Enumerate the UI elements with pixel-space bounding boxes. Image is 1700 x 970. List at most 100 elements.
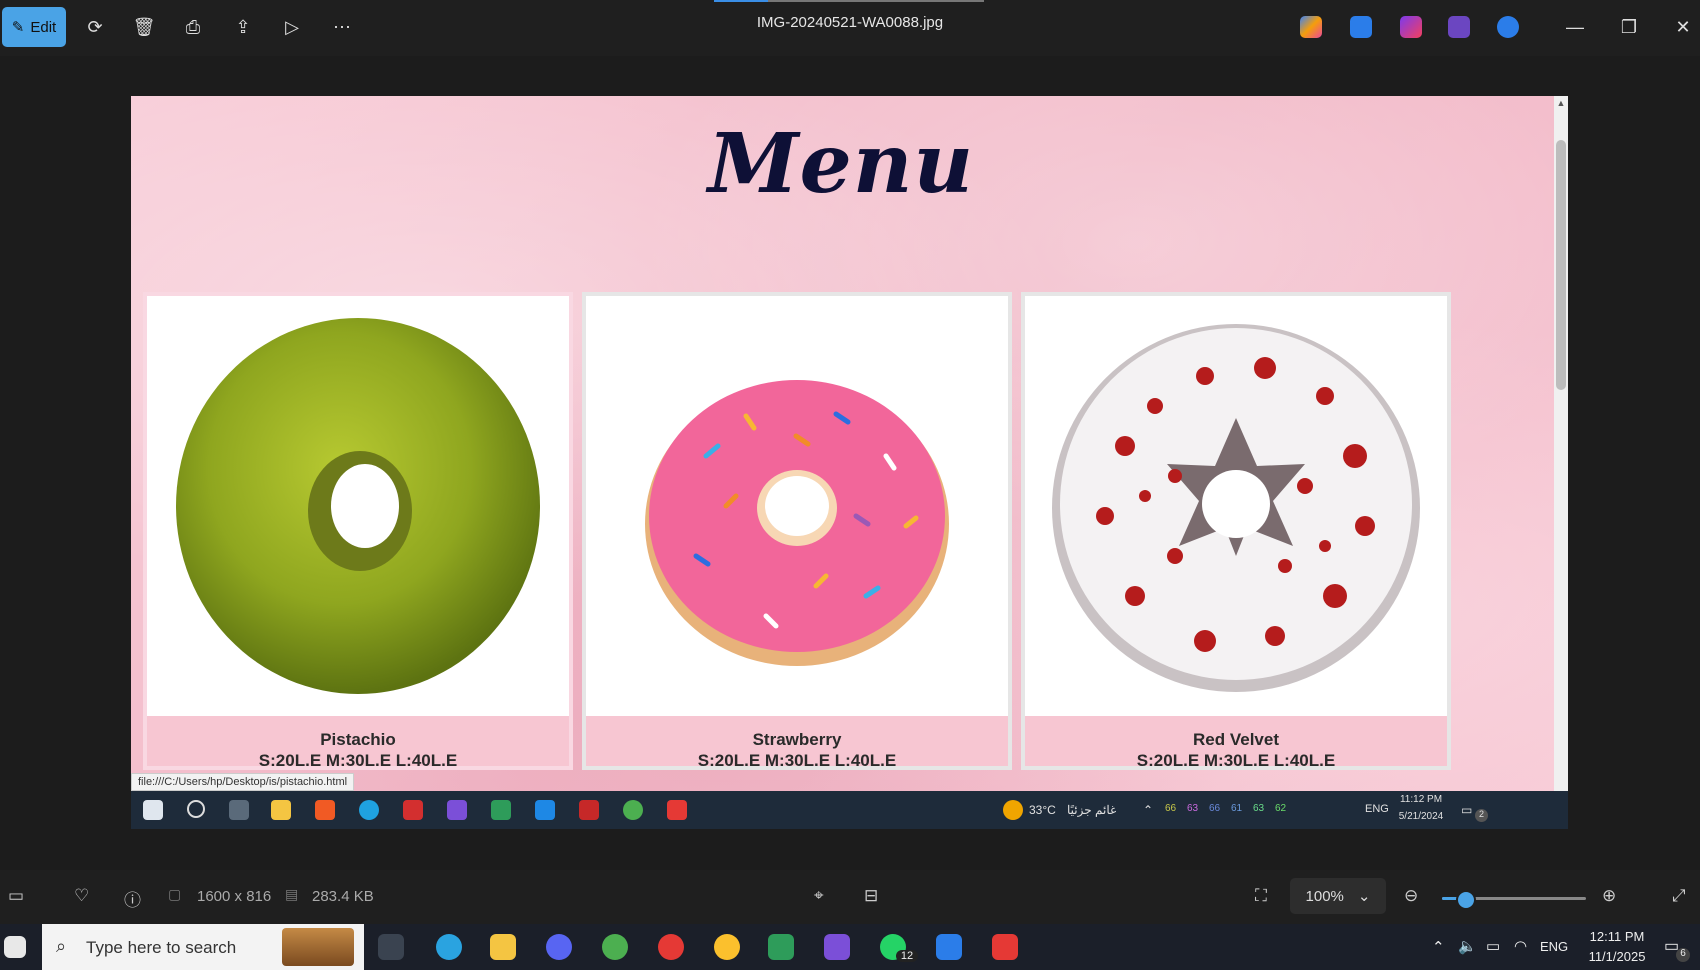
windows-icon [143, 800, 163, 820]
tray-chevron-icon[interactable]: ⌃ [1432, 938, 1445, 956]
zoom-slider-handle[interactable] [1455, 890, 1476, 910]
edge-icon [359, 800, 379, 820]
app-icon [403, 800, 423, 820]
tray-chevron-icon: ⌃ [1143, 803, 1154, 817]
minimize-button[interactable]: — [1560, 12, 1590, 42]
onedrive-icon[interactable] [1497, 16, 1519, 38]
image-dimensions: 1600 x 816 [197, 888, 272, 905]
clipchamp-icon[interactable] [1448, 16, 1470, 38]
edit-icon: ✎ [11, 19, 25, 36]
clion-icon [491, 800, 511, 820]
close-button[interactable]: ✕ [1668, 12, 1698, 42]
scroll-up-icon: ▲ [1556, 98, 1566, 108]
photo-scrollbar: ▲ ▼ [1554, 96, 1568, 829]
battery-icon[interactable]: ▭ [1486, 937, 1500, 955]
viewer-toolbar: ✎ Edit ⟳ 🗑 ⎙ ⇪ ▷ ⋯ IMG-20240521-WA0088.j… [0, 0, 1700, 56]
item-price: S:20L.E M:30L.E L:40L.E [1136, 751, 1336, 770]
file-name: IMG-20240521-WA0088.jpg [756, 14, 944, 31]
filmstrip-icon[interactable]: ▭ [8, 886, 24, 906]
file-size: 283.4 KB [312, 888, 374, 905]
taskbar-search[interactable]: ⌕ Type here to search [42, 924, 364, 970]
snipping-tool-icon [667, 800, 687, 820]
restore-button[interactable]: ❐ [1614, 12, 1644, 42]
visual-studio-icon [447, 800, 467, 820]
delete-icon[interactable]: 🗑 [131, 14, 157, 40]
search-placeholder: Type here to search [86, 938, 237, 957]
dimensions-icon: ▢ [168, 886, 182, 902]
wifi-icon[interactable]: ◠ [1514, 937, 1527, 955]
status-url: file:///C:/Users/hp/Desktop/is/pistachio… [131, 773, 355, 791]
load-indicator [714, 0, 768, 2]
telegram-icon[interactable] [436, 934, 462, 960]
menu-card-pistachio: Pistachio S:20L.E M:30L.E L:40L.E [143, 292, 573, 770]
edit-label: Edit [30, 18, 57, 36]
favorite-icon[interactable]: ♡ [74, 886, 89, 906]
visual-search-icon[interactable]: ⌖ [814, 886, 824, 906]
weather-temp: 33°C [1029, 803, 1056, 817]
chrome-profile-icon[interactable] [658, 934, 684, 960]
item-name: Red Velvet [1193, 730, 1279, 749]
tray-number: 63 [1187, 803, 1199, 814]
fullscreen-icon[interactable]: ⤢ [1672, 886, 1686, 906]
zoom-out-icon[interactable]: ⊖ [1404, 886, 1418, 906]
item-price: S:20L.E M:30L.E L:40L.E [258, 751, 458, 770]
scroll-thumb [1556, 140, 1566, 390]
file-explorer-icon[interactable] [490, 934, 516, 960]
tray-number: 66 [1209, 803, 1221, 814]
notification-icon: ▭ [1461, 803, 1473, 817]
photos-icon[interactable] [936, 934, 962, 960]
share-icon[interactable]: ⇪ [230, 14, 256, 40]
task-view-icon[interactable] [378, 934, 404, 960]
donut-image-pistachio [147, 296, 569, 716]
chevron-down-icon: ⌄ [1357, 888, 1371, 905]
info-icon[interactable]: ⓘ [124, 886, 141, 911]
chrome-icon [623, 800, 643, 820]
slideshow-icon[interactable]: ▷ [279, 14, 305, 40]
tray-number: 63 [1253, 803, 1265, 814]
more-icon[interactable]: ⋯ [329, 14, 355, 40]
search-icon: ⌕ [56, 936, 67, 956]
donut-image-red-velvet [1025, 296, 1447, 716]
zoom-dropdown[interactable]: 100% ⌄ [1290, 878, 1386, 914]
photos-icon[interactable] [1350, 16, 1372, 38]
edit-button[interactable]: ✎ Edit [2, 7, 66, 47]
notification-count: 2 [1475, 809, 1488, 822]
donut-image-strawberry [586, 296, 1008, 716]
weather-icon [1003, 800, 1023, 820]
rotate-icon[interactable]: ⟳ [82, 14, 108, 40]
language-indicator[interactable]: ENG [1540, 939, 1568, 954]
menu-title: Menu [707, 116, 975, 212]
text-recognition-icon[interactable]: ⊟ [864, 886, 878, 906]
file-explorer-icon [271, 800, 291, 820]
clion-icon[interactable] [768, 934, 794, 960]
print-icon[interactable]: ⎙ [180, 14, 206, 40]
notification-count: 6 [1676, 948, 1690, 962]
tray-number: 61 [1231, 803, 1243, 814]
brave-icon [315, 800, 335, 820]
menu-card-strawberry: Strawberry S:20L.E M:30L.E L:40L.E [582, 292, 1012, 770]
fit-to-window-icon[interactable]: ⛶ [1255, 886, 1267, 906]
chrome-profile-2-icon[interactable] [714, 934, 740, 960]
whatsapp-badge: 12 [896, 950, 918, 962]
start-icon[interactable] [4, 936, 26, 958]
volume-icon[interactable]: 🔈 [1458, 937, 1477, 955]
chrome-icon[interactable] [602, 934, 628, 960]
designer-icon[interactable] [1400, 16, 1422, 38]
viewer-statusbar: ▭ ♡ ⓘ ▢ 1600 x 816 ▤ 283.4 KB ⌖ ⊟ ⛶ 100%… [0, 870, 1700, 924]
vscode-icon [535, 800, 555, 820]
clock-time[interactable]: 12:11 PM [1582, 929, 1652, 944]
search-icon [187, 800, 205, 818]
clock-date[interactable]: 11/1/2025 [1582, 949, 1652, 964]
item-name: Strawberry [752, 730, 842, 749]
zoom-in-icon[interactable]: ⊕ [1602, 886, 1616, 906]
discord-icon[interactable] [546, 934, 572, 960]
visual-studio-icon[interactable] [824, 934, 850, 960]
snipping-tool-icon[interactable] [992, 934, 1018, 960]
tray-number: 66 [1165, 803, 1177, 814]
winrar-icon [579, 800, 599, 820]
zoom-value: 100% [1305, 887, 1344, 905]
clock-date: 5/21/2024 [1398, 811, 1444, 822]
bison-illustration [282, 928, 354, 966]
copilot-icon[interactable] [1300, 16, 1322, 38]
filesize-icon: ▤ [285, 886, 299, 902]
